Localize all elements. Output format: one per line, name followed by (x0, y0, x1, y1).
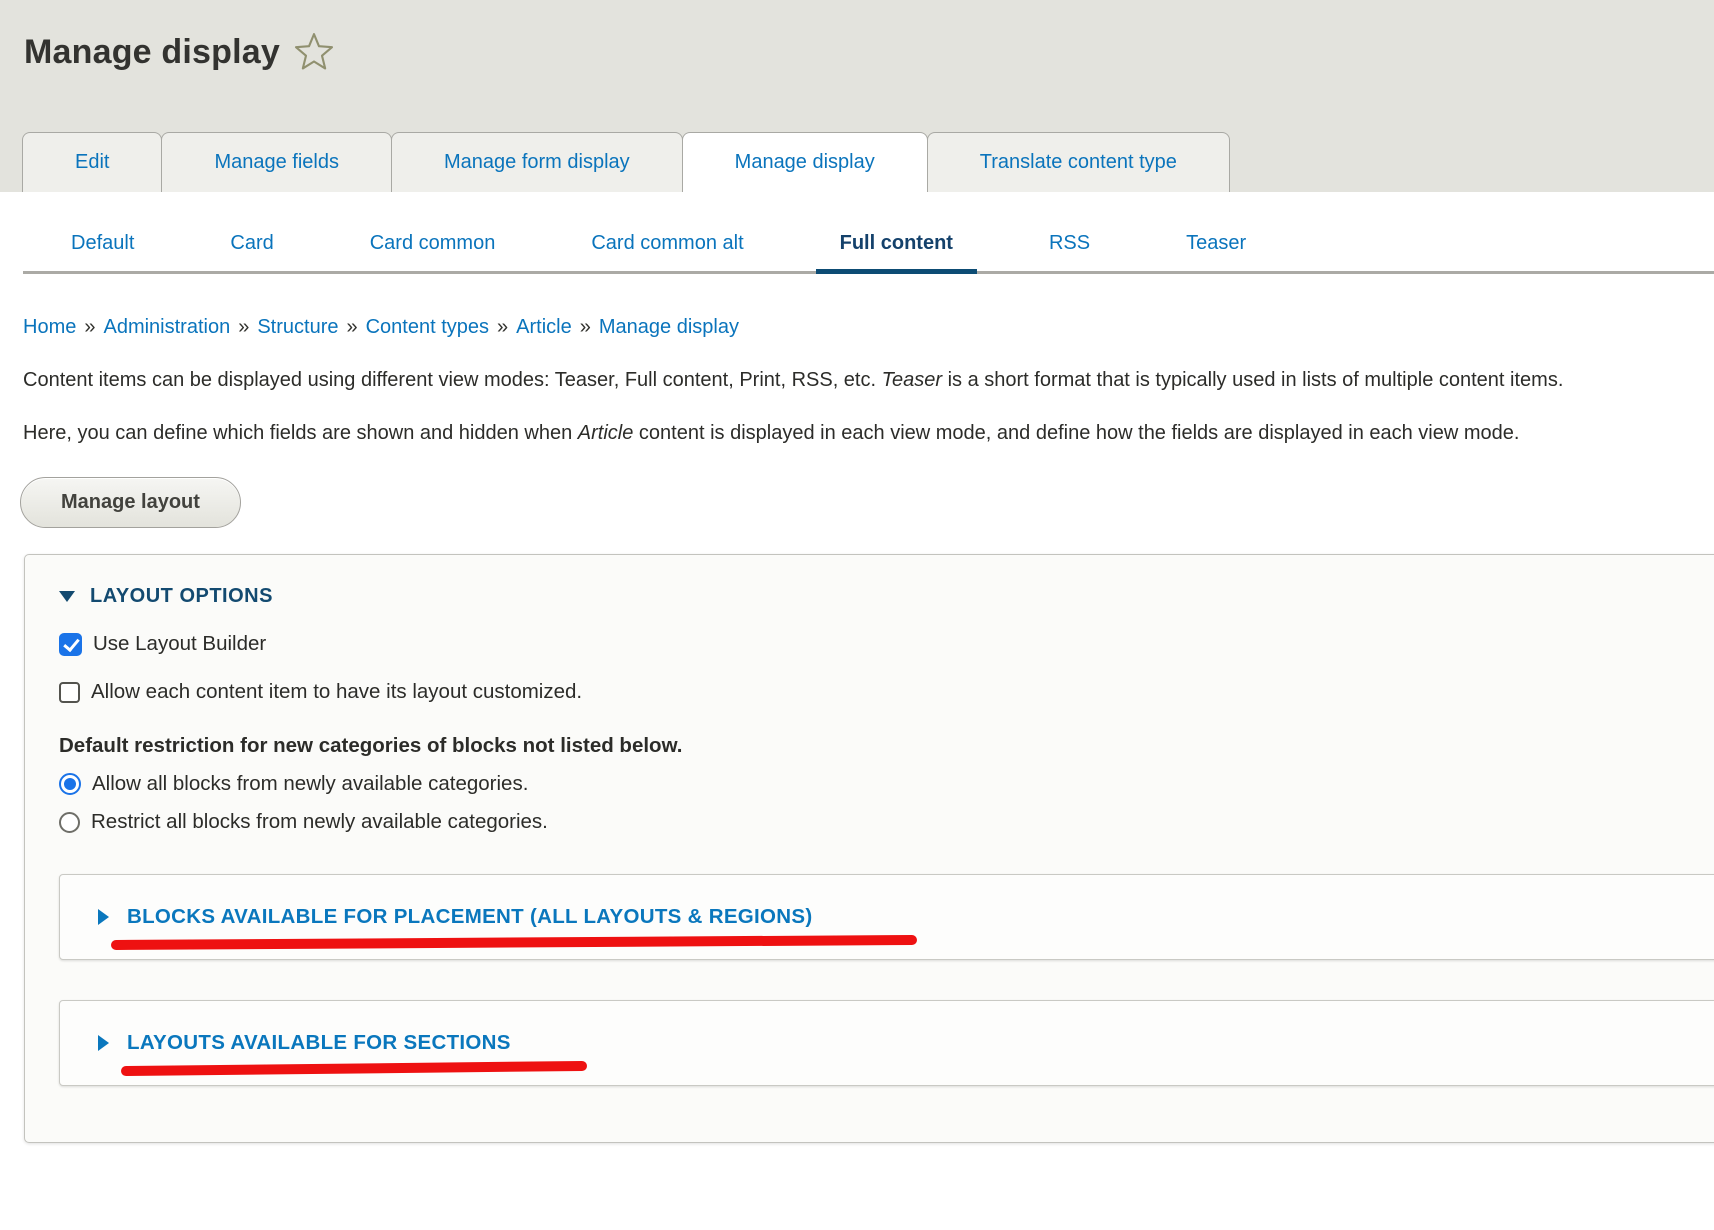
layouts-available-summary-label: LAYOUTS AVAILABLE FOR SECTIONS (127, 1031, 511, 1055)
breadcrumb-link-structure[interactable]: Structure (257, 316, 338, 339)
tab-manage-form-display[interactable]: Manage form display (391, 132, 683, 192)
allow-all-blocks-row: Allow all blocks from newly available ca… (59, 772, 1714, 796)
use-layout-builder-checkbox[interactable] (59, 633, 82, 656)
blocks-available-summary[interactable]: BLOCKS AVAILABLE FOR PLACEMENT (ALL LAYO… (98, 905, 1708, 929)
breadcrumb-link-home[interactable]: Home (23, 316, 76, 339)
star-outline-icon[interactable] (294, 32, 334, 72)
restrict-all-blocks-radio[interactable] (59, 812, 80, 833)
tab-manage-display[interactable]: Manage display (682, 132, 928, 192)
triangle-right-icon (98, 909, 109, 925)
primary-tabs: Edit Manage fields Manage form display M… (22, 132, 1230, 192)
view-mode-tab-card[interactable]: Card (206, 232, 297, 271)
layout-options-toggle[interactable]: LAYOUT OPTIONS (59, 585, 1714, 608)
layouts-available-summary[interactable]: LAYOUTS AVAILABLE FOR SECTIONS (98, 1031, 1708, 1055)
allow-custom-layout-label: Allow each content item to have its layo… (91, 680, 582, 704)
tab-edit[interactable]: Edit (22, 132, 162, 192)
layout-options-legend: LAYOUT OPTIONS (90, 585, 273, 608)
view-mode-tab-card-common-alt[interactable]: Card common alt (567, 232, 767, 271)
view-mode-tab-default[interactable]: Default (47, 232, 158, 271)
layouts-available-details: LAYOUTS AVAILABLE FOR SECTIONS (59, 1000, 1714, 1086)
default-restriction-heading: Default restriction for new categories o… (59, 734, 1714, 758)
use-layout-builder-row: Use Layout Builder (59, 632, 1714, 656)
red-underline-annotation (120, 1059, 590, 1077)
layout-options-fieldset: LAYOUT OPTIONS Use Layout Builder Allow … (24, 554, 1714, 1143)
allow-all-blocks-label: Allow all blocks from newly available ca… (92, 772, 528, 796)
allow-custom-layout-row: Allow each content item to have its layo… (59, 680, 1714, 704)
triangle-right-icon (98, 1035, 109, 1051)
restrict-all-blocks-row: Restrict all blocks from newly available… (59, 810, 1714, 834)
breadcrumb-separator: » (572, 316, 599, 339)
blocks-available-details: BLOCKS AVAILABLE FOR PLACEMENT (ALL LAYO… (59, 874, 1714, 960)
view-modes-description: Content items can be displayed using dif… (23, 369, 1714, 392)
view-mode-tabs: Default Card Card common Card common alt… (23, 192, 1714, 274)
restrict-all-blocks-label: Restrict all blocks from newly available… (91, 810, 548, 834)
breadcrumb: Home » Administration » Structure » Cont… (23, 316, 1714, 339)
breadcrumb-link-administration[interactable]: Administration (103, 316, 230, 339)
breadcrumb-link-manage-display[interactable]: Manage display (599, 316, 739, 339)
allow-all-blocks-radio[interactable] (59, 773, 81, 795)
fields-description: Here, you can define which fields are sh… (23, 422, 1714, 445)
use-layout-builder-label: Use Layout Builder (93, 632, 266, 656)
allow-custom-layout-checkbox[interactable] (59, 682, 80, 703)
blocks-available-summary-label: BLOCKS AVAILABLE FOR PLACEMENT (ALL LAYO… (127, 905, 813, 929)
red-underline-annotation (110, 933, 920, 951)
view-mode-tab-rss[interactable]: RSS (1025, 232, 1114, 271)
view-mode-tab-card-common[interactable]: Card common (346, 232, 520, 271)
view-mode-tab-full-content[interactable]: Full content (816, 232, 977, 271)
page-title: Manage display (24, 33, 280, 72)
page-header: Manage display Edit Manage fields Manage… (0, 0, 1714, 192)
breadcrumb-separator: » (489, 316, 516, 339)
tab-manage-fields[interactable]: Manage fields (161, 132, 392, 192)
breadcrumb-separator: » (76, 316, 103, 339)
breadcrumb-link-content-types[interactable]: Content types (366, 316, 489, 339)
view-mode-tab-teaser[interactable]: Teaser (1162, 232, 1270, 271)
breadcrumb-link-article[interactable]: Article (516, 316, 572, 339)
breadcrumb-separator: » (338, 316, 365, 339)
tab-translate-content-type[interactable]: Translate content type (927, 132, 1230, 192)
triangle-down-icon (59, 591, 75, 602)
manage-layout-button[interactable]: Manage layout (20, 477, 241, 528)
breadcrumb-separator: » (230, 316, 257, 339)
